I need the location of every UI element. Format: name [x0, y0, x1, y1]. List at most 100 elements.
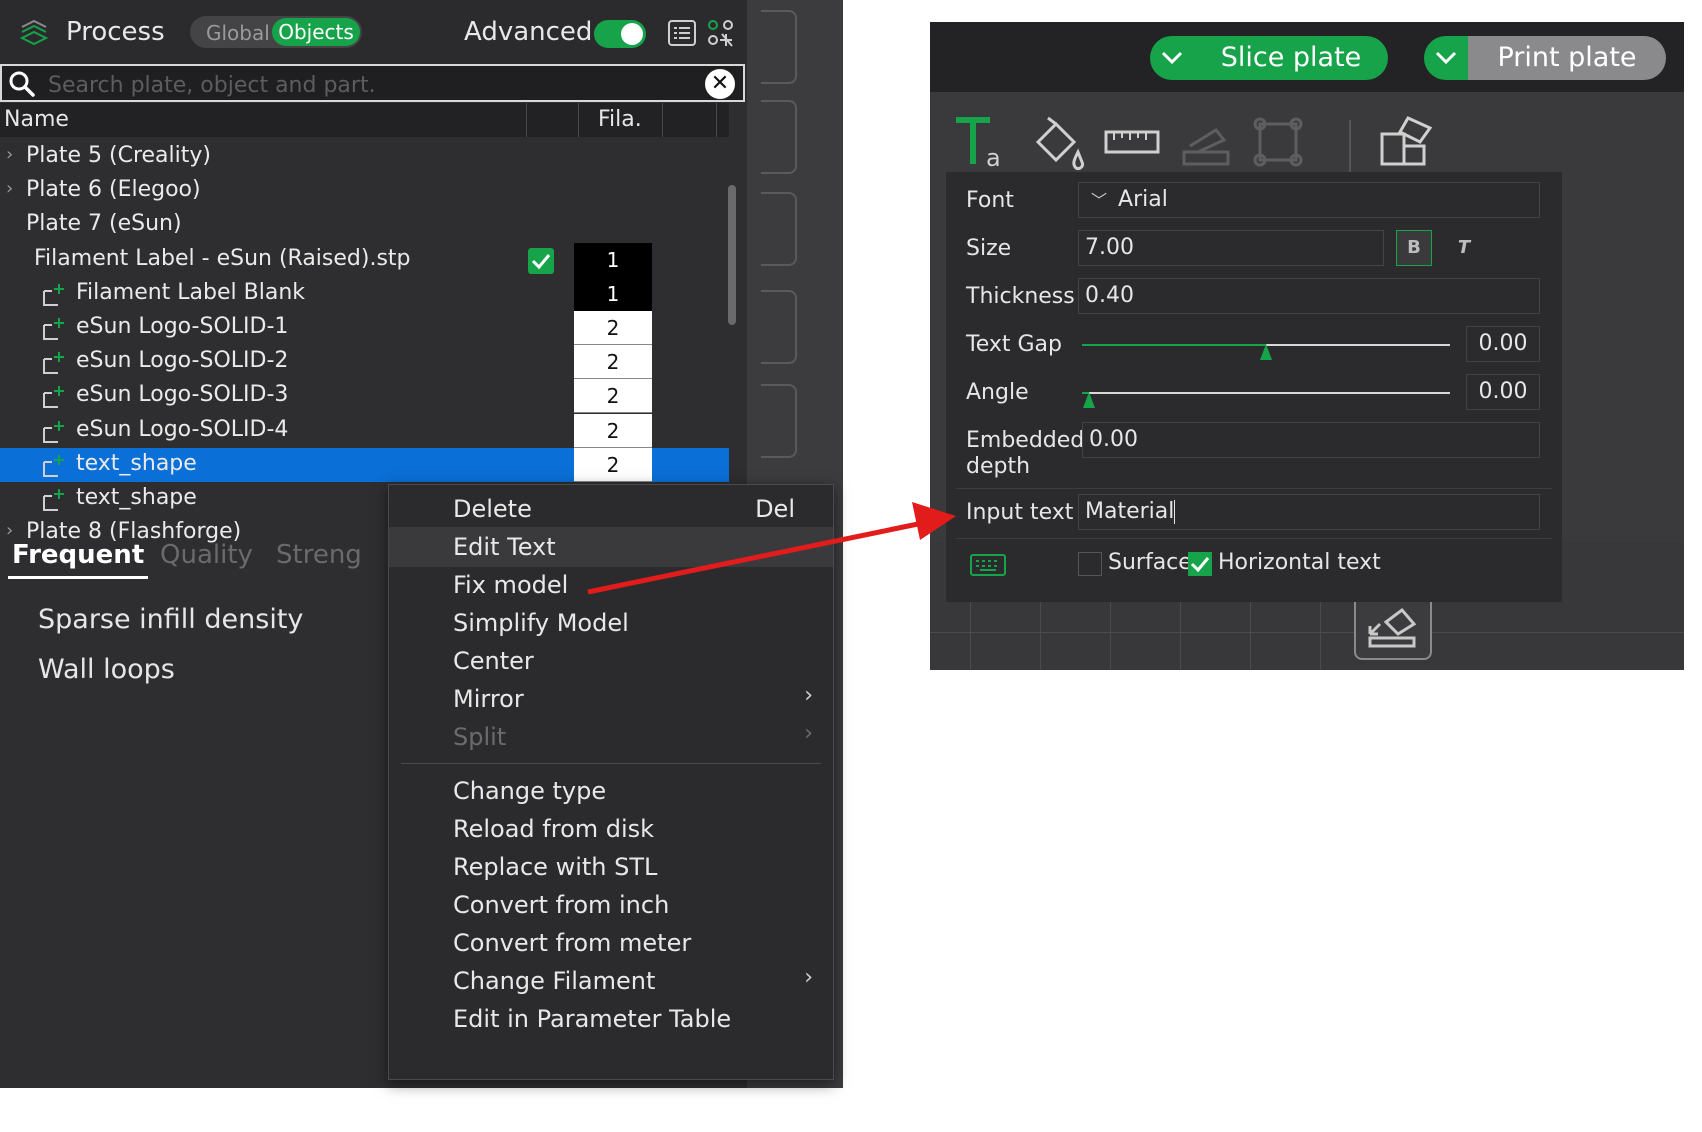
advanced-label: Advanced — [464, 17, 593, 47]
size-input[interactable]: 7.00 — [1078, 230, 1384, 266]
printable-checkbox[interactable] — [528, 247, 554, 274]
fila-column-header[interactable]: Fila. — [598, 107, 642, 132]
menu-item-edit-text[interactable]: Edit Text — [389, 527, 833, 567]
menu-item-reload-from-disk[interactable]: Reload from disk — [389, 809, 833, 849]
font-label: Font — [966, 188, 1014, 213]
checkmark-icon — [531, 253, 551, 269]
filament-cell[interactable]: 2 — [574, 379, 652, 414]
gizmo-toolbar: a — [930, 92, 1684, 182]
italic-button[interactable]: T — [1446, 230, 1482, 266]
menu-item-replace-with-stl[interactable]: Replace with STL — [389, 847, 833, 887]
setting-sparse-infill-density: Sparse infill density — [38, 604, 304, 635]
mode-global-option[interactable]: Global — [206, 21, 270, 45]
menu-item-fix-model[interactable]: Fix model — [389, 565, 833, 605]
compare-icon[interactable] — [706, 18, 736, 48]
chevron-right-icon[interactable]: › — [6, 520, 13, 541]
side-tool-button[interactable] — [761, 100, 797, 174]
mode-objects-option[interactable]: Objects — [272, 18, 360, 46]
auto-arrange-button[interactable] — [1354, 592, 1432, 660]
tree-item-label: eSun Logo-SOLID-3 — [76, 382, 289, 408]
ruler-icon[interactable] — [1102, 112, 1162, 172]
object-list-scrollbar[interactable] — [728, 185, 736, 325]
angle-slider[interactable] — [1082, 392, 1450, 394]
filament-cell[interactable]: 2 — [574, 447, 652, 482]
text-gap-input[interactable]: 0.00 — [1466, 326, 1540, 362]
menu-item-label: Convert from meter — [453, 929, 692, 957]
tree-plate-row[interactable]: › Plate 5 (Creality) — [0, 140, 729, 174]
slice-plate-button[interactable]: Slice plate — [1194, 36, 1388, 80]
input-text-value: Material — [1085, 499, 1175, 524]
horizontal-text-label: Horizontal text — [1218, 550, 1381, 575]
font-dropdown[interactable]: ﹀ Arial — [1078, 182, 1540, 218]
part-icon — [43, 283, 64, 306]
side-tool-button[interactable] — [761, 290, 797, 364]
menu-item-center[interactable]: Center — [389, 641, 833, 681]
menu-item-change-filament[interactable]: Change Filament › — [389, 961, 833, 1001]
menu-item-mirror[interactable]: Mirror › — [389, 679, 833, 719]
text-gap-slider-handle[interactable] — [1260, 344, 1272, 360]
name-column-header[interactable]: Name — [4, 107, 69, 132]
mode-switch[interactable]: Global Objects — [190, 16, 362, 48]
search-input[interactable] — [46, 70, 690, 100]
tree-item-label: Plate 7 (eSun) — [26, 211, 182, 237]
menu-item-delete[interactable]: Delete Del — [389, 489, 833, 529]
menu-item-convert-from-meter[interactable]: Convert from meter — [389, 923, 833, 963]
chevron-down-icon — [1435, 51, 1457, 65]
chevron-right-icon[interactable]: › — [6, 178, 13, 199]
angle-input[interactable]: 0.00 — [1466, 374, 1540, 410]
keyboard-icon[interactable] — [970, 554, 1006, 576]
menu-item-label: Split — [453, 723, 507, 751]
tab-quality[interactable]: Quality — [160, 540, 253, 570]
side-tool-button[interactable] — [761, 10, 797, 84]
angle-slider-handle[interactable] — [1083, 392, 1096, 408]
side-tool-button[interactable] — [761, 192, 797, 266]
part-icon — [43, 318, 64, 340]
menu-item-simplify-model[interactable]: Simplify Model — [389, 603, 833, 643]
filament-cell[interactable]: 1 — [574, 276, 652, 311]
tree-object-row[interactable]: Filament Label - eSun (Raised).stp 1 — [0, 242, 729, 277]
filament-cell[interactable]: 2 — [574, 413, 652, 448]
surface-checkbox[interactable] — [1078, 552, 1102, 576]
svg-text:a: a — [986, 144, 1001, 172]
menu-item-change-type[interactable]: Change type — [389, 771, 833, 811]
tree-part-row[interactable]: eSun Logo-SOLID-3 2 — [0, 379, 729, 414]
advanced-toggle[interactable] — [594, 20, 646, 48]
chevron-right-icon[interactable]: › — [6, 144, 13, 165]
object-list-header: Name Fila. — [0, 103, 729, 137]
input-text-field[interactable]: Material — [1078, 494, 1540, 530]
tree-part-row[interactable]: eSun Logo-SOLID-4 2 — [0, 413, 729, 448]
tree-plate-row[interactable]: Plate 7 (eSun) — [0, 208, 729, 242]
tab-strength[interactable]: Streng — [276, 540, 362, 570]
filament-cell[interactable]: 2 — [574, 311, 652, 345]
column-divider — [578, 103, 579, 137]
menu-item-edit-in-parameter-table[interactable]: Edit in Parameter Table — [389, 999, 833, 1039]
list-icon[interactable] — [668, 20, 696, 46]
tree-part-row[interactable]: Filament Label Blank 1 — [0, 276, 729, 311]
embedded-depth-input[interactable]: 0.00 — [1082, 422, 1540, 458]
print-plate-button[interactable]: Print plate — [1468, 36, 1666, 80]
menu-item-label: Reload from disk — [453, 815, 655, 843]
tab-frequent[interactable]: Frequent — [12, 540, 144, 570]
text-gap-slider-fill — [1082, 344, 1266, 346]
tree-item-label: Filament Label Blank — [76, 279, 306, 305]
tree-part-row[interactable]: eSun Logo-SOLID-2 2 — [0, 345, 729, 380]
search-bar: ✕ — [0, 64, 745, 102]
assemble-icon[interactable] — [1376, 112, 1436, 172]
tree-plate-row[interactable]: › Plate 6 (Elegoo) — [0, 174, 729, 208]
menu-item-convert-from-inch[interactable]: Convert from inch — [389, 885, 833, 925]
menu-separator — [401, 763, 821, 764]
clear-search-icon[interactable]: ✕ — [705, 69, 735, 99]
bold-button[interactable]: B — [1396, 230, 1432, 266]
tree-part-row[interactable]: text_shape 2 — [0, 447, 729, 482]
side-tool-button[interactable] — [761, 384, 797, 458]
filament-cell[interactable]: 1 — [574, 242, 652, 277]
thickness-input[interactable]: 0.40 — [1078, 278, 1540, 314]
slice-dropdown-button[interactable] — [1150, 36, 1194, 80]
horizontal-text-checkbox[interactable] — [1188, 552, 1212, 576]
tree-part-row[interactable]: eSun Logo-SOLID-1 2 — [0, 311, 729, 345]
print-dropdown-button[interactable] — [1424, 36, 1468, 80]
tree-item-label: Plate 5 (Creality) — [26, 143, 211, 168]
text-tool-icon[interactable]: a — [950, 112, 1010, 172]
filament-cell[interactable]: 2 — [574, 345, 652, 380]
paint-bucket-icon[interactable] — [1026, 112, 1086, 172]
